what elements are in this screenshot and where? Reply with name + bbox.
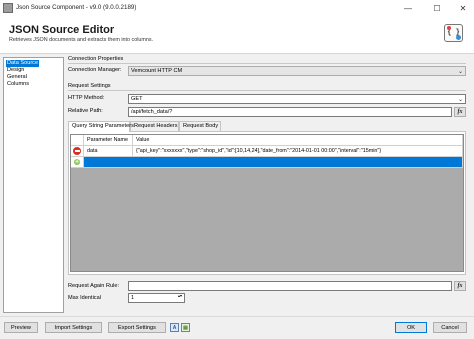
- tab-query-string-parameters[interactable]: Query String Parameters: [68, 121, 134, 132]
- fx-icon: fx: [457, 283, 463, 289]
- relative-path-input[interactable]: /api/fetch_data/?: [128, 107, 452, 117]
- preview-button[interactable]: Preview: [4, 322, 38, 333]
- http-method-select[interactable]: GET ⌄: [128, 94, 466, 104]
- copy-icon[interactable]: ▤: [181, 323, 190, 332]
- tab-request-headers[interactable]: Request Headers: [130, 121, 179, 131]
- request-section-title: Request Settings: [68, 83, 111, 89]
- ok-button[interactable]: OK: [395, 322, 427, 333]
- window-title: Json Source Component - v9.0 (9.0.0.2189…: [16, 4, 137, 11]
- sidebar-item-design[interactable]: Design: [6, 67, 25, 74]
- tab-request-body[interactable]: Request Body: [179, 121, 221, 131]
- table-row-value-cell[interactable]: {"api_key":"xxxxxxx","type":"shop_id","i…: [133, 146, 463, 157]
- export-settings-button[interactable]: Export Settings: [108, 322, 166, 333]
- import-settings-button[interactable]: Import Settings: [45, 322, 102, 333]
- relative-path-label: Relative Path:: [68, 108, 103, 114]
- sidebar-item-general[interactable]: General: [6, 74, 28, 81]
- sidebar-item-data-source[interactable]: Data Source: [6, 60, 40, 67]
- table-row-name-cell[interactable]: data: [84, 146, 133, 157]
- maximize-button[interactable]: ☐: [424, 0, 450, 16]
- parameters-grid[interactable]: Parameter Name Value data {"api_key":"xx…: [70, 134, 464, 272]
- sidebar-nav: Data Source Design General Columns: [3, 57, 64, 313]
- max-identical-input[interactable]: 1: [128, 293, 185, 303]
- add-row-button[interactable]: ✳: [71, 157, 84, 168]
- row-header-corner: [71, 135, 84, 146]
- connection-manager-value: Vemcount HTTP CM: [131, 68, 183, 74]
- request-again-fx-button[interactable]: fx: [454, 281, 466, 291]
- app-icon: [3, 3, 13, 13]
- section-divider: [68, 63, 466, 64]
- chevron-down-icon: ⌄: [457, 69, 463, 75]
- page-title: JSON Source Editor: [9, 24, 115, 36]
- page-subtitle: Retrieves JSON documents and extracts th…: [9, 37, 154, 43]
- max-identical-label: Max Identical: [68, 295, 101, 301]
- http-method-value: GET: [131, 96, 143, 102]
- json-logo-icon: { }: [444, 24, 463, 42]
- relative-path-fx-button[interactable]: fx: [454, 107, 466, 117]
- minimize-button[interactable]: —: [395, 0, 421, 16]
- fx-icon: fx: [457, 109, 463, 115]
- http-method-label: HTTP Method:: [68, 95, 105, 101]
- add-row-icon: ✳: [73, 158, 81, 166]
- document-icon[interactable]: A: [170, 323, 179, 332]
- connection-manager-select[interactable]: Vemcount HTTP CM ⌄: [128, 66, 466, 76]
- request-again-rule-label: Request Again Rule:: [68, 283, 119, 289]
- remove-row-button[interactable]: [71, 146, 84, 157]
- new-row[interactable]: [84, 157, 463, 168]
- section-divider: [68, 90, 466, 91]
- remove-icon: [73, 147, 81, 155]
- column-header-parameter-name[interactable]: Parameter Name: [84, 135, 133, 146]
- close-button[interactable]: ✕: [450, 0, 474, 16]
- connection-manager-label: Connection Manager:: [68, 67, 122, 73]
- column-header-value[interactable]: Value: [133, 135, 463, 146]
- max-identical-stepper[interactable]: ▴▾: [178, 293, 185, 298]
- sidebar-item-columns[interactable]: Columns: [6, 81, 30, 88]
- chevron-down-icon: ⌄: [457, 97, 463, 103]
- cancel-button[interactable]: Cancel: [433, 322, 467, 333]
- request-again-rule-input[interactable]: [128, 281, 452, 291]
- connection-section-title: Connection Properties: [68, 56, 124, 62]
